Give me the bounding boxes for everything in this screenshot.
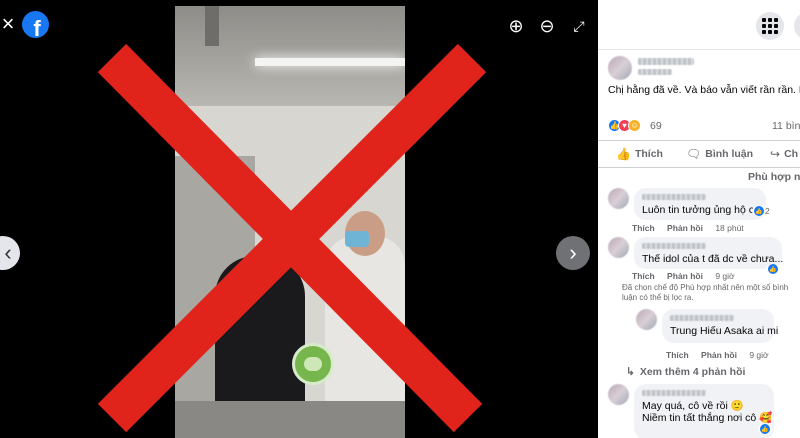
- photo-floor: [175, 401, 405, 438]
- commenter-name-redacted[interactable]: [642, 243, 706, 249]
- comment-bubble: Trung Hiếu Asaka ai mi: [662, 309, 778, 343]
- comment-like-link[interactable]: Thích: [632, 271, 655, 281]
- comment-time[interactable]: 9 giờ: [715, 271, 734, 281]
- comment-bubble: Thế idol của t đã dc về chưa...: [634, 237, 784, 269]
- messenger-button[interactable]: [794, 12, 800, 40]
- comment-time[interactable]: 9 giờ: [749, 350, 768, 360]
- haha-reaction-icon: ☺: [628, 119, 641, 132]
- comment-reply-link[interactable]: Phản hồi: [667, 223, 703, 233]
- commenter-name-redacted[interactable]: [642, 390, 706, 396]
- comment-sort-dropdown[interactable]: Phù hợp nh: [748, 171, 800, 183]
- previous-photo-button[interactable]: ‹: [0, 236, 20, 270]
- post-time-redacted: [638, 69, 672, 75]
- comment-text-line-1: May quá, cô về rồi 🙂: [642, 400, 744, 412]
- chevron-left-icon: ‹: [4, 240, 12, 265]
- photo-face-mask: [345, 231, 369, 247]
- photo-beam: [205, 6, 219, 46]
- comment-time[interactable]: 18 phút: [715, 223, 743, 233]
- commenter-avatar[interactable]: [636, 309, 657, 330]
- comment-bubble-icon: 🗨: [686, 147, 702, 161]
- view-more-replies-link[interactable]: ↳ Xem thêm 4 phản hồi: [626, 366, 745, 378]
- like-button[interactable]: 👍 Thích: [616, 147, 663, 161]
- comment-reply-link[interactable]: Phản hồi: [701, 350, 737, 360]
- comment-text: Luôn tin tưởng ủng hộ c: [642, 204, 754, 216]
- close-button[interactable]: ×: [0, 11, 20, 36]
- post-panel: Chị hằng đã về. Và báo vẫn viết rần rần.…: [598, 0, 800, 438]
- reaction-count: 69: [650, 120, 662, 132]
- thumbs-up-icon: 👍: [616, 147, 631, 161]
- panel-header: [598, 0, 800, 50]
- commenter-avatar[interactable]: [608, 237, 629, 258]
- comment-count[interactable]: 11 bình: [772, 120, 800, 132]
- comment-meta: Thích Phản hồi 18 phút: [632, 223, 744, 233]
- filter-notice: Đã chọn chế độ Phù hợp nhất nên một số b…: [622, 283, 789, 302]
- post-actions: 👍 Thích 🗨 Bình luận ↪ Ch: [598, 140, 800, 168]
- commenter-avatar[interactable]: [608, 384, 629, 405]
- fullscreen-button[interactable]: ⤢: [567, 14, 591, 38]
- comment-bubble: May quá, cô về rồi 🙂 Niềm tin tất thắng …: [634, 384, 774, 438]
- comment-like-link[interactable]: Thích: [666, 350, 689, 360]
- facebook-logo-icon[interactable]: f: [22, 11, 49, 38]
- comment-reaction-badge[interactable]: 👍: [758, 424, 772, 434]
- author-avatar[interactable]: [608, 56, 632, 80]
- comment-text: Thế idol của t đã dc về chưa...: [642, 253, 784, 265]
- comment-like-link[interactable]: Thích: [632, 223, 655, 233]
- share-arrow-icon: ↪: [770, 147, 781, 161]
- comment-text-line-2: Niềm tin tất thắng nơi cô 🥰: [642, 412, 773, 424]
- comment-reaction-badge[interactable]: 👍 2: [752, 206, 772, 216]
- comment-bubble: Luôn tin tưởng ủng hộ c: [634, 188, 766, 220]
- author-name-redacted[interactable]: [638, 58, 694, 65]
- post-text: Chị hằng đã về. Và báo vẫn viết rần rần.…: [608, 84, 800, 96]
- comment-text: Trung Hiếu Asaka ai mi: [670, 325, 779, 337]
- sticker-badge: [292, 343, 334, 385]
- chevron-right-icon: ›: [569, 240, 577, 265]
- zoom-out-button[interactable]: ⊖: [535, 14, 559, 38]
- reaction-summary[interactable]: 👍 ♥ ☺ 69 11 bình: [608, 119, 800, 133]
- photo-ceiling-light: [255, 58, 405, 66]
- comment-meta: Thích Phản hồi 9 giờ: [666, 350, 769, 360]
- like-reaction-icon: 👍: [768, 264, 778, 274]
- comment-reaction-badge[interactable]: 👍: [766, 264, 780, 274]
- like-reaction-icon: 👍: [754, 206, 764, 216]
- reply-arrow-icon: ↳: [626, 366, 635, 378]
- photo-viewer: × f ⊕ ⊖ ⤢ ‹ ›: [0, 0, 598, 438]
- comment-meta: Thích Phản hồi 9 giờ: [632, 271, 735, 281]
- commenter-avatar[interactable]: [608, 188, 629, 209]
- menu-grid-button[interactable]: [756, 12, 784, 40]
- like-reaction-icon: 👍: [760, 424, 770, 434]
- share-button[interactable]: ↪ Ch: [770, 147, 798, 161]
- commenter-name-redacted[interactable]: [642, 194, 706, 200]
- comment-reply-link[interactable]: Phản hồi: [667, 271, 703, 281]
- fullscreen-icon: ⤢: [573, 17, 585, 34]
- next-photo-button[interactable]: ›: [556, 236, 590, 270]
- zoom-out-icon: ⊖: [539, 15, 555, 36]
- comment-button[interactable]: 🗨 Bình luận: [686, 147, 753, 161]
- zoom-in-button[interactable]: ⊕: [504, 14, 528, 38]
- zoom-in-icon: ⊕: [508, 15, 524, 36]
- photo[interactable]: [175, 6, 405, 438]
- close-icon: ×: [1, 11, 15, 36]
- commenter-name-redacted[interactable]: [670, 315, 734, 321]
